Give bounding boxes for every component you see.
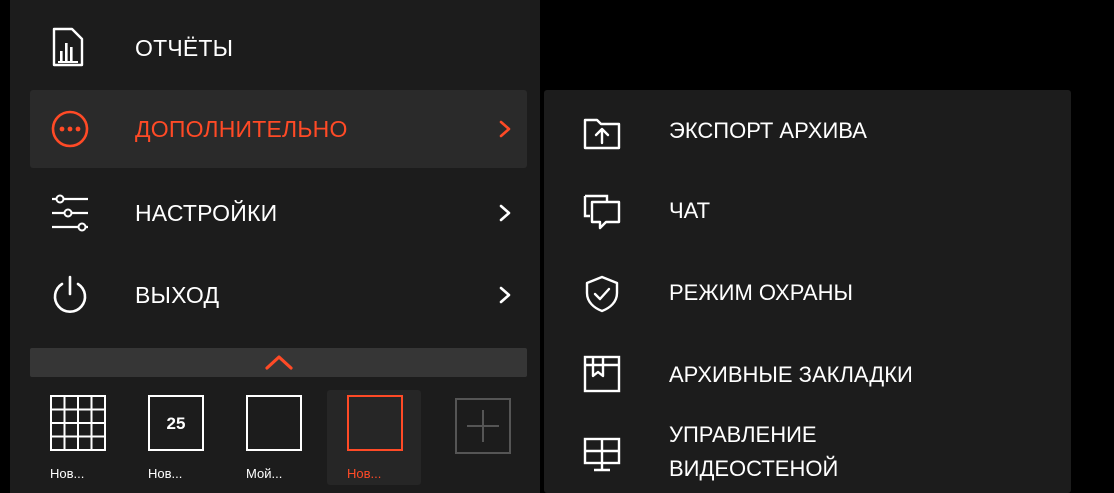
layout-tile-active[interactable]: Нов... <box>327 390 421 485</box>
layout-tile-label: Мой... <box>246 466 283 481</box>
submenu-item-label-line2: ВИДЕОСТЕНОЙ <box>669 456 839 481</box>
layout-tile-label: Нов... <box>148 466 183 481</box>
chevron-right-icon <box>499 286 511 304</box>
submenu-item-archive-bookmarks[interactable]: АРХИВНЫЕ ЗАКЛАДКИ <box>544 336 1071 418</box>
submenu-item-label-line1: УПРАВЛЕНИЕ <box>669 422 817 447</box>
layouts-collapse-toggle[interactable] <box>30 348 527 377</box>
chat-icon <box>583 194 621 230</box>
submenu-item-label: ЭКСПОРТ АРХИВА <box>669 118 867 143</box>
menu-item-exit-label: ВЫХОД <box>135 281 220 308</box>
menu-item-exit[interactable]: ВЫХОД <box>30 256 527 334</box>
layout-strip: Нов... 25 Нов... Мой... Нов... <box>30 390 527 493</box>
more-dots-icon <box>51 110 89 148</box>
submenu-item-export-archive[interactable]: ЭКСПОРТ АРХИВА <box>544 90 1071 172</box>
layout-thumbnail <box>347 395 403 451</box>
submenu-item-label: РЕЖИМ ОХРАНЫ <box>669 280 853 305</box>
layout-thumbnail <box>246 395 302 451</box>
grid-layout-icon <box>50 395 106 451</box>
layout-tile[interactable]: Мой... <box>226 390 320 485</box>
bookmark-icon <box>583 355 621 393</box>
main-menu-panel: ОТЧЁТЫ ДОПОЛНИТЕЛЬНО НАСТРОЙКИ ВЫХОД Нов… <box>10 0 540 493</box>
plus-icon <box>467 410 499 442</box>
menu-item-reports[interactable]: ОТЧЁТЫ <box>30 9 527 87</box>
layout-tile-label: Нов... <box>347 466 382 481</box>
menu-item-reports-label: ОТЧЁТЫ <box>135 34 234 61</box>
layout-tile[interactable]: Нов... <box>30 390 124 485</box>
folder-upload-icon <box>583 118 621 150</box>
layout-tile-label: Нов... <box>50 466 85 481</box>
submenu-item-label: ЧАТ <box>669 198 711 223</box>
submenu-item-chat[interactable]: ЧАТ <box>544 172 1071 254</box>
power-icon <box>53 275 87 313</box>
submenu-item-security-mode[interactable]: РЕЖИМ ОХРАНЫ <box>544 254 1071 336</box>
menu-item-additional[interactable]: ДОПОЛНИТЕЛЬНО <box>30 90 527 168</box>
chevron-up-icon <box>265 355 293 370</box>
video-wall-icon <box>583 437 621 472</box>
submenu-item-video-wall[interactable]: УПРАВЛЕНИЕ ВИДЕОСТЕНОЙ <box>544 416 1071 493</box>
report-icon <box>52 27 84 67</box>
add-layout-button[interactable] <box>455 398 511 454</box>
layout-thumbnail-count: 25 <box>166 414 186 433</box>
chevron-right-icon <box>499 204 511 222</box>
layout-thumbnail: 25 <box>148 395 204 451</box>
shield-check-icon <box>585 275 619 313</box>
menu-item-settings-label: НАСТРОЙКИ <box>135 199 278 226</box>
sliders-icon <box>52 194 88 232</box>
layout-tile[interactable]: 25 Нов... <box>128 390 222 485</box>
chevron-right-icon <box>499 120 511 138</box>
menu-item-settings[interactable]: НАСТРОЙКИ <box>30 174 527 252</box>
menu-item-additional-label: ДОПОЛНИТЕЛЬНО <box>135 115 348 142</box>
submenu-item-label: АРХИВНЫЕ ЗАКЛАДКИ <box>669 362 913 387</box>
submenu-panel: ЭКСПОРТ АРХИВА ЧАТ РЕЖИМ ОХРАНЫ АРХИВНЫЕ… <box>544 90 1071 493</box>
